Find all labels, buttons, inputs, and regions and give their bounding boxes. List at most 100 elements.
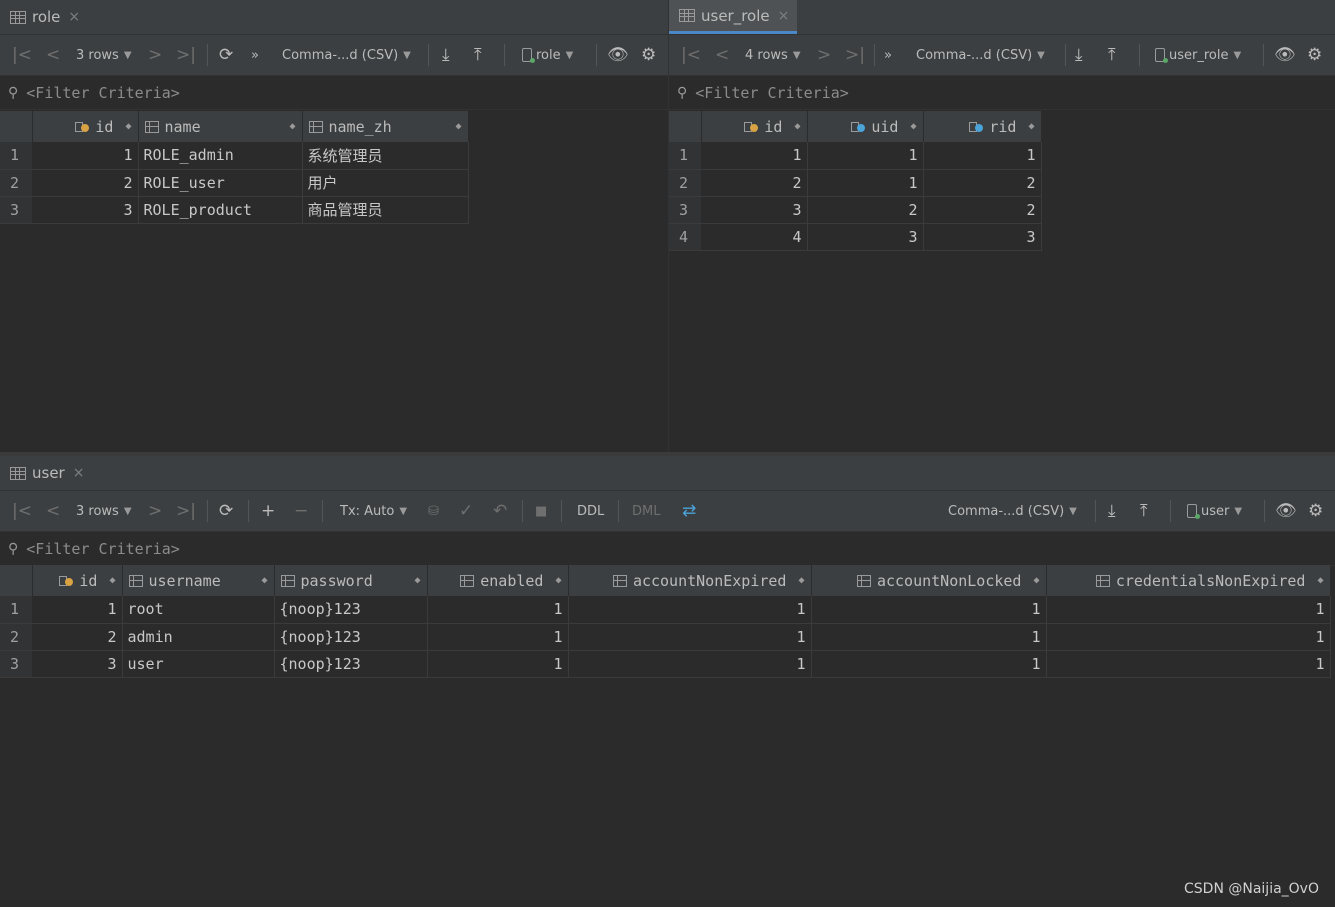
sort-icon[interactable]: ◆ [125,121,131,132]
column-header-password[interactable]: password ◆ [274,565,428,596]
cell-rid[interactable]: 2 [923,169,1042,197]
last-page-button[interactable]: >| [176,35,196,75]
cell-rid[interactable]: 3 [923,223,1042,251]
datasource-dropdown[interactable]: user_role ▼ [1155,35,1241,75]
datasource-dropdown[interactable]: user ▼ [1187,491,1242,531]
column-header-username[interactable]: username ◆ [122,565,275,596]
refresh-icon[interactable]: ⟳ [219,491,233,531]
rows-dropdown[interactable]: 3 rows ▼ [76,35,132,75]
table-row[interactable]: 3 3 user {noop}123 1 1 1 1 [0,650,1331,678]
cell-name[interactable]: ROLE_product [138,196,303,224]
first-page-button[interactable]: |< [12,35,32,75]
view-icon[interactable]: 👁 [1275,491,1297,531]
tab-role[interactable]: role × [0,0,88,34]
dml-button[interactable]: DML [632,491,660,531]
more-icon[interactable]: » [251,35,259,75]
first-page-button[interactable]: |< [681,35,701,75]
tab-user-role[interactable]: user_role × [669,0,798,34]
cell-password[interactable]: {noop}123 [274,596,428,624]
cell-credentials-non-expired[interactable]: 1 [1046,623,1331,651]
upload-icon[interactable]: ⤒ [474,35,482,75]
commit-icon[interactable]: ✓ [459,491,473,531]
datasource-dropdown[interactable]: role ▼ [522,35,573,75]
table-row[interactable]: 1 1 1 1 [669,142,1042,170]
table-row[interactable]: 4 4 3 3 [669,223,1042,251]
download-icon[interactable]: ⤓ [1108,491,1116,531]
table-row[interactable]: 1 1 root {noop}123 1 1 1 1 [0,596,1331,624]
table-row[interactable]: 1 1 ROLE_admin 系统管理员 [0,142,469,170]
settings-icon[interactable]: ⚙ [641,35,656,75]
cell-username[interactable]: admin [122,623,275,651]
sort-icon[interactable]: ◆ [798,575,804,586]
refresh-icon[interactable]: ⟳ [219,35,233,75]
cell-username[interactable]: user [122,650,275,678]
cell-id[interactable]: 1 [32,596,123,624]
cell-name-zh[interactable]: 用户 [302,169,469,197]
column-header-id[interactable]: id ◆ [32,111,139,142]
filter-input[interactable]: <Filter Criteria> [26,84,180,102]
rows-dropdown[interactable]: 4 rows ▼ [745,35,801,75]
remove-row-button[interactable]: − [294,491,308,531]
cell-account-non-expired[interactable]: 1 [568,623,812,651]
view-icon[interactable]: 👁 [607,35,629,75]
cell-account-non-locked[interactable]: 1 [811,650,1047,678]
sort-icon[interactable]: ◆ [414,575,420,586]
cell-name[interactable]: ROLE_user [138,169,303,197]
cell-uid[interactable]: 1 [807,142,924,170]
upload-icon[interactable]: ⤒ [1108,35,1116,75]
cell-rid[interactable]: 2 [923,196,1042,224]
table-row[interactable]: 3 3 2 2 [669,196,1042,224]
cell-account-non-locked[interactable]: 1 [811,623,1047,651]
cell-id[interactable]: 2 [32,623,123,651]
next-page-button[interactable]: > [148,35,162,75]
cell-id[interactable]: 1 [32,142,139,170]
cell-id[interactable]: 1 [701,142,808,170]
cell-id[interactable]: 2 [32,169,139,197]
prev-page-button[interactable]: < [46,35,60,75]
cell-name-zh[interactable]: 系统管理员 [302,142,469,170]
db-icon[interactable]: ⛁ [428,491,439,531]
rows-dropdown[interactable]: 3 rows ▼ [76,491,132,531]
column-header-credentials-non-expired[interactable]: credentialsNonExpired ◆ [1046,565,1331,596]
next-page-button[interactable]: > [817,35,831,75]
table-row[interactable]: 2 2 admin {noop}123 1 1 1 1 [0,623,1331,651]
cell-uid[interactable]: 1 [807,169,924,197]
filter-input[interactable]: <Filter Criteria> [26,540,180,558]
cell-name[interactable]: ROLE_admin [138,142,303,170]
format-dropdown[interactable]: Comma-...d (CSV) ▼ [916,35,1045,75]
sort-icon[interactable]: ◆ [289,121,295,132]
sort-icon[interactable]: ◆ [1028,121,1034,132]
cell-name-zh[interactable]: 商品管理员 [302,196,469,224]
cell-id[interactable]: 3 [32,196,139,224]
cell-uid[interactable]: 3 [807,223,924,251]
column-header-id[interactable]: id ◆ [32,565,123,596]
column-header-uid[interactable]: uid ◆ [807,111,924,142]
settings-icon[interactable]: ⚙ [1308,491,1323,531]
cell-uid[interactable]: 2 [807,196,924,224]
cell-id[interactable]: 2 [701,169,808,197]
prev-page-button[interactable]: < [46,491,60,531]
tab-user[interactable]: user × [0,456,92,490]
ddl-button[interactable]: DDL [577,491,604,531]
cell-id[interactable]: 3 [701,196,808,224]
sort-icon[interactable]: ◆ [910,121,916,132]
close-icon[interactable]: × [73,465,85,481]
rollback-icon[interactable]: ↶ [493,491,507,531]
table-row[interactable]: 2 2 ROLE_user 用户 [0,169,469,197]
sort-icon[interactable]: ◆ [455,121,461,132]
cell-account-non-locked[interactable]: 1 [811,596,1047,624]
sort-icon[interactable]: ◆ [555,575,561,586]
settings-icon[interactable]: ⚙ [1307,35,1322,75]
last-page-button[interactable]: >| [176,491,196,531]
cell-enabled[interactable]: 1 [427,623,569,651]
format-dropdown[interactable]: Comma-...d (CSV) ▼ [282,35,411,75]
compare-icon[interactable]: ⇄ [682,491,696,531]
column-header-enabled[interactable]: enabled ◆ [427,565,569,596]
sort-icon[interactable]: ◆ [1317,575,1323,586]
cell-username[interactable]: root [122,596,275,624]
table-row[interactable]: 3 3 ROLE_product 商品管理员 [0,196,469,224]
close-icon[interactable]: × [68,9,80,25]
prev-page-button[interactable]: < [715,35,729,75]
cell-enabled[interactable]: 1 [427,650,569,678]
column-header-account-non-expired[interactable]: accountNonExpired ◆ [568,565,812,596]
